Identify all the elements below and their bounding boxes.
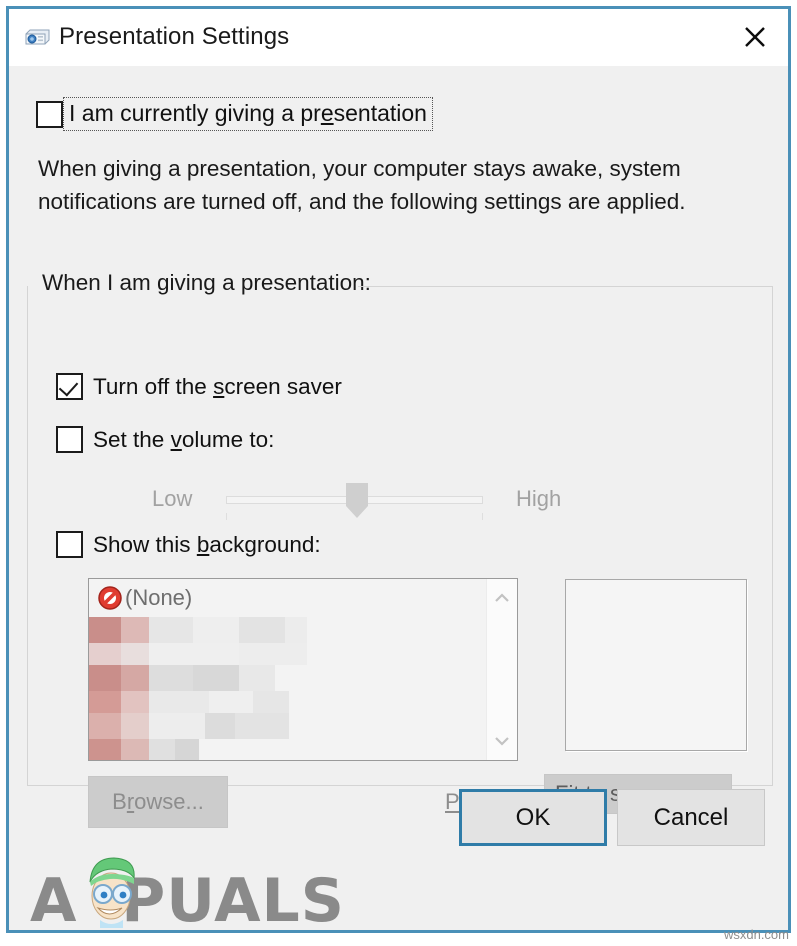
close-button[interactable] <box>722 9 788 65</box>
ok-button[interactable]: OK <box>459 789 607 846</box>
close-icon <box>742 24 768 50</box>
screensaver-checkbox-row[interactable]: Turn off the screen saver <box>56 373 342 400</box>
site-watermark: wsxdn.com <box>723 927 789 942</box>
chevron-down-icon[interactable] <box>487 726 517 756</box>
background-preview-pane <box>565 579 747 751</box>
description-text: When giving a presentation, your compute… <box>38 156 686 214</box>
giving-presentation-label: I am currently giving a presentation <box>63 97 433 132</box>
screensaver-checkbox[interactable] <box>56 373 83 400</box>
volume-slider-group: Low High <box>56 476 561 524</box>
volume-checkbox-row[interactable]: Set the volume to: <box>56 426 274 453</box>
volume-checkbox[interactable] <box>56 426 83 453</box>
title-bar: Presentation Settings <box>9 9 788 67</box>
volume-high-label: High <box>516 486 562 511</box>
background-checkbox-row[interactable]: Show this background: <box>56 531 321 558</box>
cancel-button[interactable]: Cancel <box>617 789 765 846</box>
list-item-label: (None) <box>125 585 193 610</box>
presentation-settings-group: When I am giving a presentation: Turn of… <box>27 270 773 828</box>
volume-label: Set the volume to: <box>93 426 275 452</box>
appuals-mascot-icon <box>89 857 135 928</box>
censored-thumbnails <box>89 617 489 760</box>
screenshot-root: Presentation Settings I am currently giv… <box>0 0 797 946</box>
background-checkbox[interactable] <box>56 531 83 558</box>
background-list[interactable]: (None) <box>88 578 518 761</box>
no-entry-icon <box>97 585 123 611</box>
appuals-watermark: A PUALS <box>30 852 344 936</box>
cancel-button-label: Cancel <box>653 803 729 831</box>
ok-button-label: OK <box>515 803 551 831</box>
group-title: When I am giving a presentation: <box>42 270 377 296</box>
volume-tick-high <box>482 513 483 520</box>
giving-presentation-checkbox-row[interactable]: I am currently giving a presentation <box>36 97 433 132</box>
browse-button[interactable]: Browse... <box>88 776 228 828</box>
volume-slider-thumb[interactable] <box>346 483 368 518</box>
presentation-settings-dialog: Presentation Settings I am currently giv… <box>6 6 791 933</box>
screensaver-label: Turn off the screen saver <box>93 373 342 399</box>
chevron-up-icon[interactable] <box>487 583 517 613</box>
window-title: Presentation Settings <box>59 23 290 50</box>
volume-low-label: Low <box>152 486 193 511</box>
dialog-body: I am currently giving a presentation Whe… <box>9 66 788 930</box>
giving-presentation-checkbox[interactable] <box>36 100 63 128</box>
list-item[interactable]: (None) <box>89 579 192 617</box>
volume-tick-low <box>226 513 227 520</box>
projector-icon <box>23 25 51 49</box>
browse-button-label: Browse... <box>112 789 204 814</box>
background-label: Show this background: <box>93 531 321 557</box>
background-list-scrollbar[interactable] <box>486 579 517 760</box>
